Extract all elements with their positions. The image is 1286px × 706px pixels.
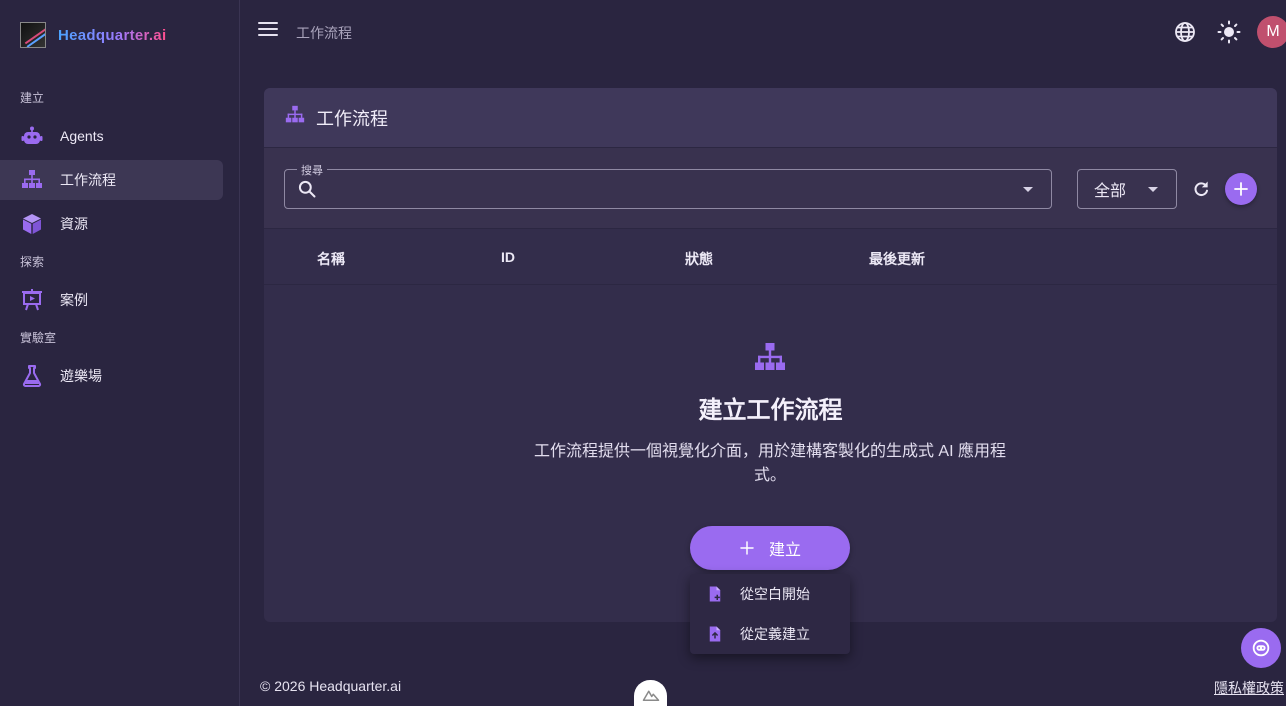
presentation-icon: [20, 288, 44, 312]
language-globe-icon[interactable]: [1173, 20, 1197, 44]
flask-icon: [20, 364, 44, 388]
file-plus-icon: [709, 586, 721, 602]
sidebar-item-agents[interactable]: Agents: [0, 116, 223, 156]
logo-mark-icon: [20, 22, 46, 48]
workflows-card: 工作流程 搜尋 全部 名稱 ID 狀態 最後更新 建立工作流程 工作流程提供一個…: [264, 88, 1277, 622]
table-header: 名稱 ID 狀態 最後更新: [264, 229, 1277, 285]
menu-item-from-definition[interactable]: 從定義建立: [690, 614, 850, 654]
search-input[interactable]: [321, 174, 1011, 204]
sidebar: Headquarter.ai 建立 Agents 工作流程 資源 探索 案例 實…: [0, 0, 240, 706]
section-label-build: 建立: [20, 91, 45, 105]
create-menu: 從空白開始 從定義建立: [690, 574, 850, 654]
section-label-explore: 探索: [20, 255, 45, 269]
column-header-id[interactable]: ID: [501, 249, 515, 265]
menu-icon[interactable]: [258, 22, 278, 40]
filter-row: 搜尋 全部: [264, 148, 1277, 229]
cube-icon: [20, 212, 44, 236]
sidebar-item-label: Agents: [60, 128, 104, 144]
chevron-down-icon[interactable]: [1023, 187, 1033, 192]
breadcrumb: 工作流程: [296, 25, 352, 41]
sidebar-item-resources[interactable]: 資源: [0, 204, 223, 244]
menu-item-label: 從空白開始: [740, 586, 810, 602]
empty-state-description: 工作流程提供一個視覺化介面，用於建構客製化的生成式 AI 應用程式。: [533, 443, 1006, 484]
avatar[interactable]: M: [1257, 16, 1286, 48]
sidebar-item-label: 工作流程: [60, 172, 116, 188]
brand-logo[interactable]: Headquarter.ai: [20, 22, 166, 48]
card-header: 工作流程: [264, 88, 1277, 148]
section-label-lab: 實驗室: [20, 331, 57, 345]
menu-item-blank[interactable]: 從空白開始: [690, 574, 850, 614]
sidebar-item-workflows[interactable]: 工作流程: [0, 160, 223, 200]
add-workflow-button[interactable]: [1225, 173, 1257, 205]
sidebar-item-examples[interactable]: 案例: [0, 280, 223, 320]
refresh-icon: [1194, 181, 1208, 197]
card-title: 工作流程: [316, 108, 388, 129]
theme-sun-icon[interactable]: [1217, 20, 1241, 44]
menu-item-label: 從定義建立: [740, 626, 810, 642]
column-header-name[interactable]: 名稱: [317, 249, 345, 269]
column-header-updated[interactable]: 最後更新: [869, 249, 925, 269]
refresh-button[interactable]: [1185, 173, 1217, 205]
search-field[interactable]: 搜尋: [284, 162, 1052, 209]
file-upload-icon: [709, 626, 721, 642]
status-filter-select[interactable]: 全部: [1077, 169, 1177, 209]
topbar: 工作流程 M: [240, 0, 1286, 64]
search-icon: [297, 179, 317, 204]
empty-state-title: 建立工作流程: [698, 397, 843, 424]
column-header-status[interactable]: 狀態: [685, 249, 713, 269]
footer-copyright: © 2026 Headquarter.ai: [260, 678, 402, 694]
sidebar-item-playground[interactable]: 遊樂場: [0, 356, 223, 396]
sitemap-icon: [752, 340, 788, 381]
plus-icon: [1234, 182, 1248, 196]
nuxt-devtools-icon[interactable]: [634, 680, 667, 706]
plus-icon: [740, 541, 754, 555]
create-workflow-button[interactable]: 建立: [690, 526, 850, 570]
sitemap-icon: [284, 104, 306, 131]
sidebar-item-label: 遊樂場: [60, 368, 102, 384]
chat-bot-icon: [1252, 639, 1270, 657]
chevron-down-icon: [1148, 187, 1158, 192]
assistant-chat-button[interactable]: [1241, 628, 1281, 668]
create-button-label: 建立: [768, 542, 801, 559]
sidebar-item-label: 資源: [60, 216, 88, 232]
brand-name: Headquarter.ai: [58, 26, 167, 44]
privacy-policy-link[interactable]: 隱私權政策: [1214, 678, 1284, 698]
robot-icon: [20, 124, 44, 148]
sidebar-item-label: 案例: [60, 292, 88, 308]
status-filter-value: 全部: [1094, 183, 1127, 200]
sitemap-icon: [20, 168, 44, 192]
